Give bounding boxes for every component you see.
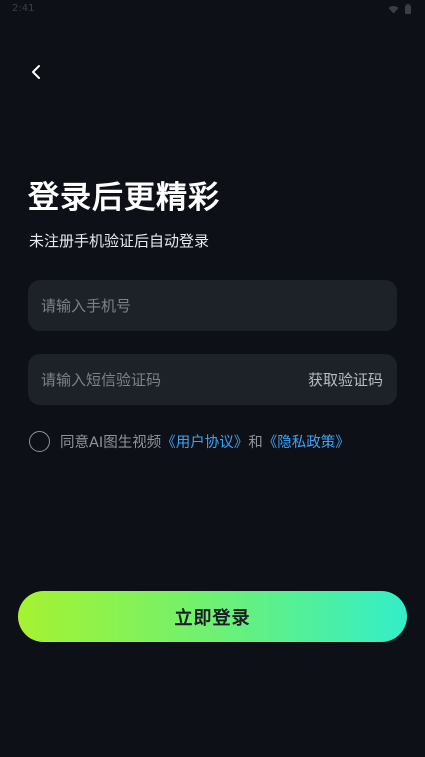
page-title: 登录后更精彩	[28, 180, 220, 216]
agreement-prefix: 同意AI图生视频	[60, 435, 162, 451]
get-code-button[interactable]: 获取验证码	[308, 369, 383, 390]
battery-icon	[405, 4, 411, 14]
back-button[interactable]	[22, 60, 50, 88]
status-bar: 2:41	[0, 0, 425, 22]
page-subtitle: 未注册手机验证后自动登录	[29, 232, 210, 250]
phone-field-container	[28, 280, 397, 331]
wifi-icon	[388, 5, 399, 14]
status-icons	[388, 4, 411, 14]
status-time: 2:41	[12, 3, 35, 14]
agreement-row: 同意AI图生视频 《用户协议》 和 《隐私政策》	[29, 431, 350, 452]
privacy-policy-link[interactable]: 《隐私政策》	[263, 431, 350, 452]
phone-input[interactable]	[41, 280, 383, 331]
login-button[interactable]: 立即登录	[18, 591, 407, 642]
agreement-conjunction: 和	[248, 435, 263, 451]
agreement-checkbox[interactable]	[29, 431, 50, 452]
sms-code-input[interactable]	[41, 354, 308, 405]
code-field-container: 获取验证码	[28, 354, 397, 405]
user-agreement-link[interactable]: 《用户协议》	[161, 431, 248, 452]
chevron-left-icon	[30, 64, 42, 84]
